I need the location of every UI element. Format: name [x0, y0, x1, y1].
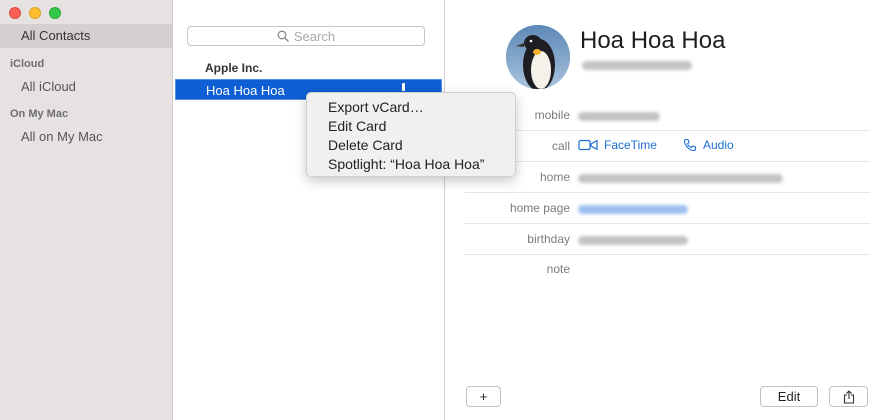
field-birthday: birthday [465, 224, 870, 255]
share-button[interactable] [829, 386, 868, 407]
redacted-company [582, 57, 692, 72]
menu-item-edit-card[interactable]: Edit Card [307, 117, 515, 136]
field-value-home-page[interactable] [578, 202, 688, 216]
search-icon [277, 30, 289, 42]
field-label-call: call [551, 139, 570, 153]
field-label-birthday: birthday [527, 232, 570, 246]
sidebar-group-icloud: iCloud [10, 58, 45, 70]
context-menu: Export vCard… Edit Card Delete Card Spot… [306, 92, 516, 177]
penguin-icon [506, 25, 570, 89]
sidebar-item-all-on-my-mac[interactable]: All on My Mac [21, 129, 103, 144]
field-label-home-page: home page [509, 201, 570, 215]
me-card-marker-icon [402, 83, 405, 91]
field-note: note [465, 254, 870, 285]
field-value-mobile[interactable] [578, 109, 660, 123]
field-value-birthday[interactable] [578, 233, 688, 247]
facetime-label: FaceTime [604, 138, 657, 152]
sidebar: All Contacts iCloud All iCloud On My Mac… [0, 0, 173, 420]
audio-call-button[interactable]: Audio [683, 138, 734, 152]
video-camera-icon [578, 139, 598, 151]
menu-item-delete-card[interactable]: Delete Card [307, 136, 515, 155]
sidebar-item-all-icloud[interactable]: All iCloud [21, 79, 76, 94]
list-item[interactable]: Apple Inc. [205, 61, 262, 75]
minimize-window-button[interactable] [29, 7, 41, 19]
field-value-home[interactable] [578, 171, 783, 185]
contacts-window: All Contacts iCloud All iCloud On My Mac… [0, 0, 890, 420]
contact-name: Hoa Hoa Hoa [206, 83, 285, 98]
add-field-button[interactable]: + [466, 386, 501, 407]
avatar[interactable] [506, 25, 570, 89]
field-mobile: mobile [465, 100, 870, 131]
field-label-mobile: mobile [534, 108, 570, 122]
field-home-page: home page [465, 193, 870, 224]
sidebar-group-on-my-mac: On My Mac [10, 108, 69, 120]
audio-label: Audio [703, 138, 734, 152]
zoom-window-button[interactable] [49, 7, 61, 19]
contact-full-name: Hoa Hoa Hoa [580, 27, 726, 54]
phone-icon [683, 138, 697, 152]
search-field[interactable]: Search [187, 26, 425, 46]
search-placeholder: Search [293, 28, 336, 44]
contact-list-pane: Search Apple Inc. Hoa Hoa Hoa [173, 0, 445, 420]
field-call: call FaceTime Audio [465, 131, 870, 162]
field-label-note: note [546, 262, 570, 276]
window-controls [9, 7, 61, 19]
sidebar-item-all-contacts[interactable]: All Contacts [0, 24, 172, 48]
facetime-button[interactable]: FaceTime [578, 138, 657, 152]
edit-button[interactable]: Edit [760, 386, 818, 407]
sidebar-item-label: All Contacts [21, 28, 91, 43]
field-label-home: home [539, 170, 570, 184]
close-window-button[interactable] [9, 7, 21, 19]
contact-detail-pane: Hoa Hoa Hoa mobile call FaceTime Audio h… [445, 0, 890, 420]
share-icon [843, 389, 854, 404]
field-home-email: home [465, 162, 870, 193]
menu-item-export-vcard[interactable]: Export vCard… [307, 98, 515, 117]
menu-item-spotlight[interactable]: Spotlight: “Hoa Hoa Hoa” [307, 155, 515, 174]
